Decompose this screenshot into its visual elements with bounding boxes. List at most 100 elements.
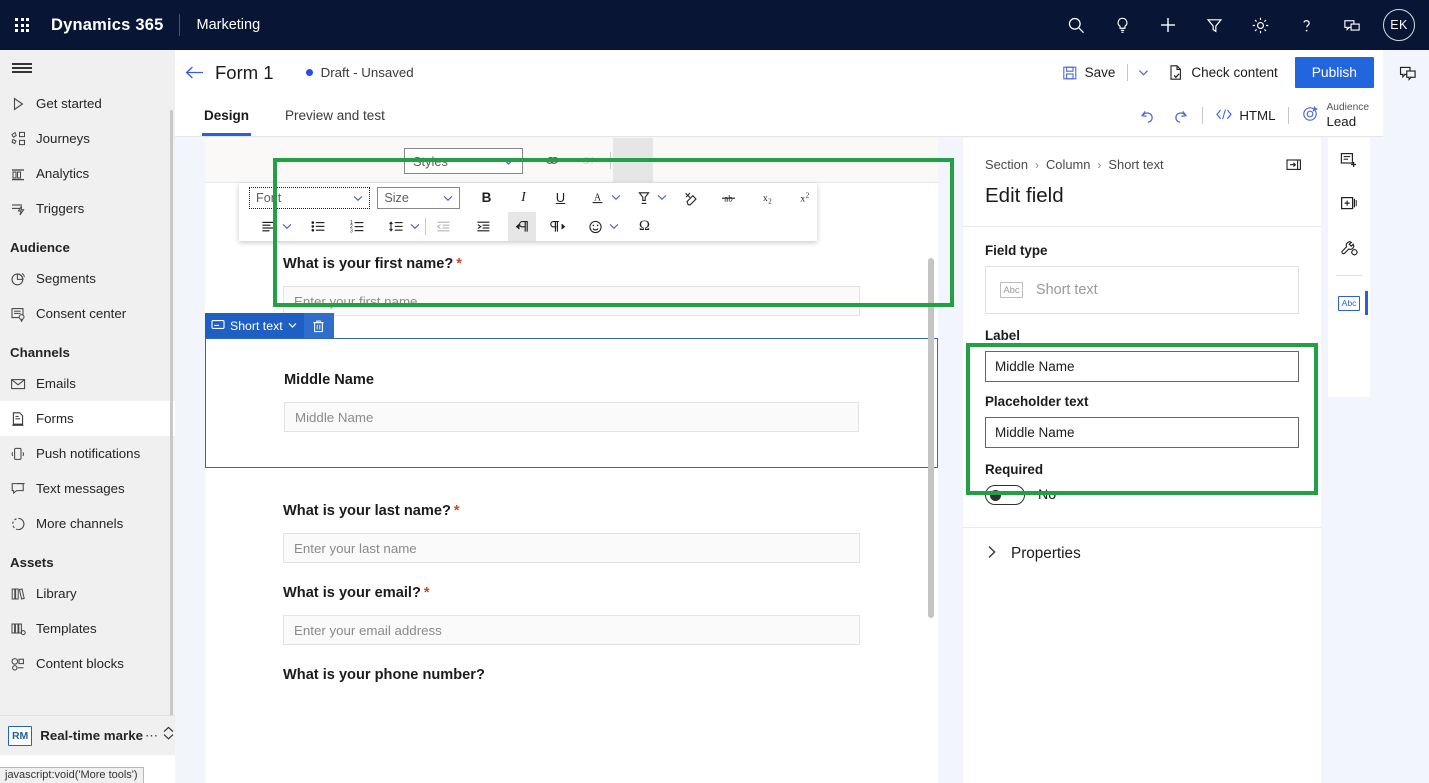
tab-design[interactable]: Design — [192, 95, 261, 136]
tab-preview-and-test[interactable]: Preview and test — [273, 95, 397, 136]
properties-accordion[interactable]: Properties — [963, 528, 1321, 580]
feedback-chat-icon[interactable] — [1387, 50, 1429, 96]
highlight-color-icon[interactable] — [631, 183, 656, 212]
line-spacing-chevron-down-icon[interactable] — [410, 222, 420, 232]
font-color-icon[interactable]: A — [585, 183, 610, 212]
numbered-list-icon[interactable]: 123 — [345, 212, 370, 241]
redo-icon[interactable] — [1164, 99, 1198, 133]
canvas-scrollbar[interactable] — [928, 258, 934, 618]
analytics-icon — [10, 166, 36, 182]
emoji-icon[interactable] — [583, 212, 608, 241]
remove-format-icon[interactable] — [678, 183, 703, 212]
sidebar-item-emails[interactable]: Emails — [0, 366, 175, 401]
size-dropdown[interactable]: Size — [377, 186, 460, 209]
add-section-icon[interactable] — [1328, 182, 1370, 226]
html-button[interactable]: HTML — [1207, 99, 1283, 133]
chevron-updown-icon[interactable] — [162, 725, 175, 746]
decrease-indent-icon[interactable] — [431, 212, 456, 241]
field-label-text: What is your first name? — [283, 256, 454, 272]
field-input[interactable]: Enter your email address — [283, 615, 860, 645]
chat-icon[interactable] — [1329, 0, 1375, 50]
sidebar-item-analytics[interactable]: Analytics — [0, 156, 175, 191]
question-icon[interactable] — [1283, 0, 1329, 50]
unlink-icon[interactable] — [571, 138, 606, 183]
field-input[interactable]: Middle Name — [284, 402, 859, 432]
sidebar-scrollbar[interactable] — [170, 110, 173, 740]
sidebar-item-label: Segments — [36, 271, 96, 286]
sidebar-item-triggers[interactable]: Triggers — [0, 191, 175, 226]
placeholder-section: Placeholder text Middle Name — [963, 382, 1321, 448]
back-arrow-icon[interactable] — [175, 50, 213, 95]
superscript-icon[interactable]: x2 — [792, 183, 817, 212]
sidebar-item-label: Templates — [36, 621, 97, 636]
sidebar-item-consent-center[interactable]: Consent center — [0, 296, 175, 331]
field-input[interactable]: Enter your last name — [283, 533, 860, 563]
sidebar-item-forms[interactable]: Forms — [0, 401, 175, 436]
hamburger-icon[interactable] — [0, 50, 175, 86]
link-icon[interactable] — [535, 138, 570, 183]
underline-icon[interactable]: U — [548, 183, 573, 212]
form-field-first-name: What is your first name? * Enter your fir… — [205, 256, 938, 316]
line-spacing-icon[interactable] — [384, 212, 409, 241]
placeholder-input[interactable]: Middle Name — [985, 417, 1299, 448]
undo-icon[interactable] — [1130, 99, 1164, 133]
expand-panel-icon[interactable] — [1286, 158, 1303, 172]
font-dropdown[interactable]: Font — [249, 186, 371, 209]
field-type-badge[interactable]: Short text — [205, 313, 334, 338]
italic-icon[interactable]: I — [511, 183, 536, 212]
bold-icon[interactable]: B — [474, 183, 499, 212]
breadcrumb-item-section[interactable]: Section — [985, 157, 1028, 172]
app-switcher[interactable]: RM Real-time marketi ⋯ — [0, 715, 175, 755]
sidebar-item-text-messages[interactable]: Text messages — [0, 471, 175, 506]
publish-button[interactable]: Publish — [1294, 57, 1374, 88]
status-dot-icon — [305, 69, 313, 76]
subscript-icon[interactable]: x2 — [754, 183, 779, 212]
special-character-icon[interactable]: Ω — [632, 212, 657, 241]
search-icon[interactable] — [1053, 0, 1099, 50]
check-content-button[interactable]: Check content — [1160, 57, 1285, 88]
sidebar-item-content-blocks[interactable]: Content blocks — [0, 646, 175, 681]
sidebar-item-journeys[interactable]: Journeys — [0, 121, 175, 156]
audience-selector[interactable]: Audience Lead — [1293, 95, 1375, 136]
breadcrumb-item-column[interactable]: Column — [1046, 157, 1090, 172]
save-options-chevron-down-icon[interactable] — [1132, 57, 1154, 88]
align-chevron-down-icon[interactable] — [282, 222, 292, 232]
gear-icon[interactable] — [1237, 0, 1283, 50]
avatar[interactable]: EK — [1383, 9, 1415, 41]
align-left-icon[interactable] — [256, 212, 281, 241]
plus-icon[interactable] — [1145, 0, 1191, 50]
required-toggle[interactable] — [985, 485, 1025, 505]
font-color-chevron-down-icon[interactable] — [611, 193, 621, 203]
highlight-color-chevron-down-icon[interactable] — [657, 193, 667, 203]
sidebar-item-more-channels[interactable]: More channels — [0, 506, 175, 541]
form-field-middle-name-selected[interactable]: Short text Middle Name Middle Name — [205, 313, 938, 468]
chevron-down-icon[interactable] — [288, 321, 297, 331]
form-settings-icon[interactable] — [1328, 226, 1370, 270]
label-input[interactable]: Middle Name — [985, 351, 1299, 382]
breadcrumb-item-short-text[interactable]: Short text — [1108, 157, 1163, 172]
placeholder-label: Placeholder text — [985, 394, 1089, 409]
more-options-button[interactable]: ··· — [613, 138, 653, 183]
add-field-icon[interactable] — [1328, 138, 1370, 182]
delete-field-button[interactable] — [303, 313, 334, 338]
strikethrough-icon[interactable]: ab — [716, 183, 741, 212]
filter-icon[interactable] — [1191, 0, 1237, 50]
sidebar-item-push-notifications[interactable]: Push notifications — [0, 436, 175, 471]
sidebar-item-templates[interactable]: Templates — [0, 611, 175, 646]
field-input[interactable]: Enter your first name — [283, 286, 860, 316]
lightbulb-icon[interactable] — [1099, 0, 1145, 50]
waffle-grid-icon[interactable] — [0, 0, 44, 50]
bulleted-list-icon[interactable] — [306, 212, 331, 241]
sidebar-item-segments[interactable]: Segments — [0, 261, 175, 296]
sidebar-group-assets: Assets — [10, 555, 54, 570]
sidebar-item-get-started[interactable]: Get started — [0, 86, 175, 121]
styles-dropdown[interactable]: Styles — [404, 148, 523, 174]
rtl-paragraph-icon[interactable] — [508, 212, 536, 241]
ltr-paragraph-icon[interactable] — [546, 212, 571, 241]
sidebar-item-library[interactable]: Library — [0, 576, 175, 611]
browser-status-bar: javascript:void('More tools') — [0, 767, 144, 783]
increase-indent-icon[interactable] — [471, 212, 496, 241]
abc-text-icon[interactable]: Abc — [1328, 281, 1370, 325]
save-button[interactable]: Save — [1054, 57, 1124, 88]
emoji-chevron-down-icon[interactable] — [609, 222, 619, 232]
